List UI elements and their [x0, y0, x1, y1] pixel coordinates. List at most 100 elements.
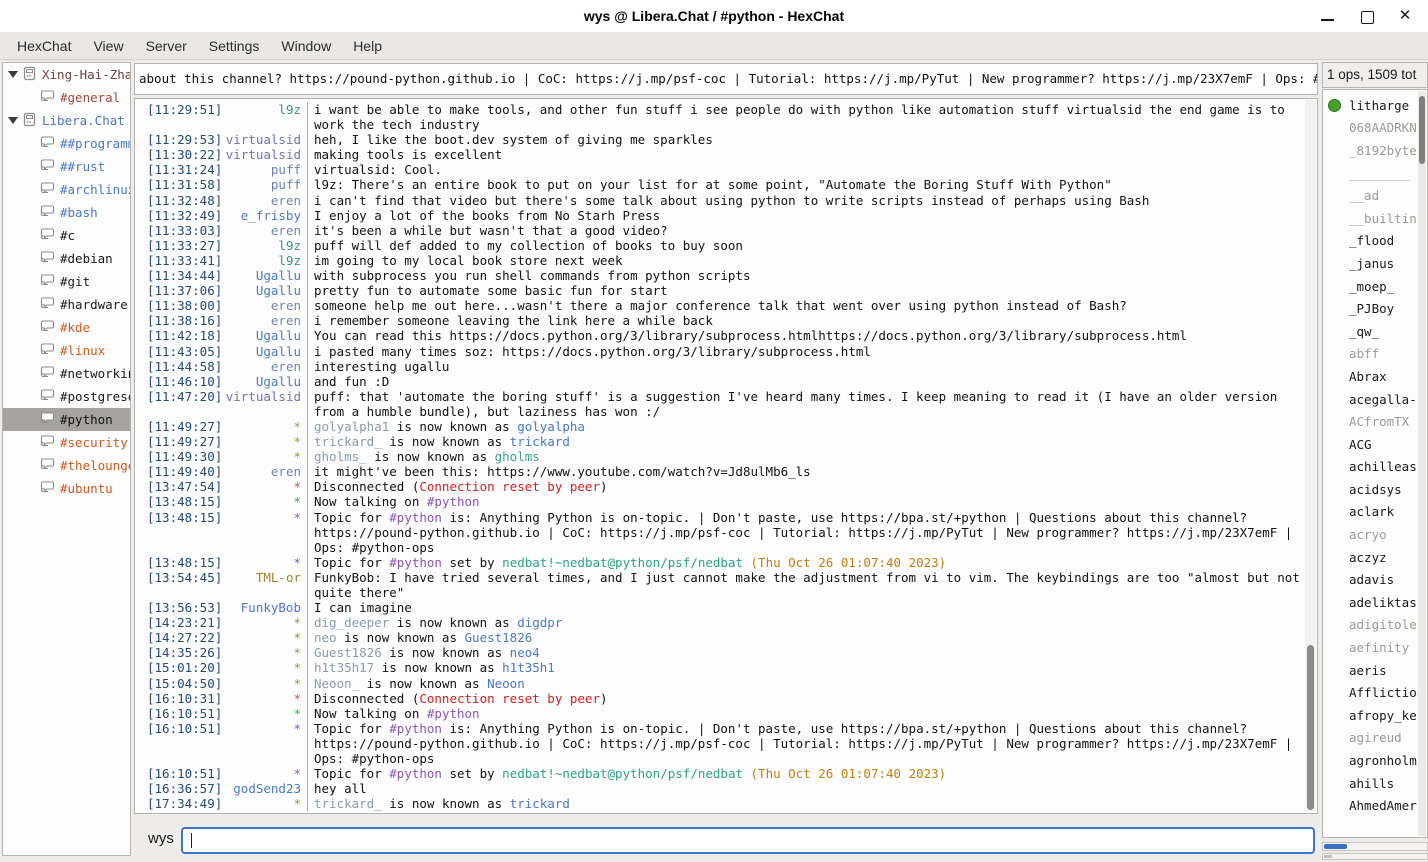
menu-item-help[interactable]: Help — [342, 32, 393, 60]
userlist-item-_8192byte[interactable]: _8192byte — [1323, 139, 1418, 162]
userlist-item-__ad[interactable]: __ad — [1323, 184, 1418, 207]
userlist-item-ahills[interactable]: ahills — [1323, 772, 1418, 795]
userlist-item-afropy_ke[interactable]: afropy_ke — [1323, 704, 1418, 727]
userlist-item-acfromtx[interactable]: ACfromTX — [1323, 410, 1418, 433]
message-input[interactable] — [181, 827, 1315, 854]
message-timestamp: [11:34:44] — [135, 268, 225, 283]
userlist-scrollbar-thumb[interactable] — [1419, 96, 1425, 164]
expander-icon[interactable] — [8, 117, 18, 124]
userlist-item-achilleas[interactable]: achilleas — [1323, 456, 1418, 479]
userlist-item-agireud[interactable]: agireud — [1323, 727, 1418, 750]
tree-channel-security[interactable]: #security — [3, 431, 130, 454]
maximize-button[interactable] — [1350, 0, 1384, 32]
tree-channel-rust[interactable]: ##rust — [3, 155, 130, 178]
tree-channel-thelounge[interactable]: #thelounge — [3, 454, 130, 477]
userlist-item-affliction[interactable]: Affliction — [1323, 681, 1418, 704]
tree-channel-linux[interactable]: #linux — [3, 339, 130, 362]
menu-item-server[interactable]: Server — [135, 32, 198, 60]
userlist-item-adeliktas[interactable]: adeliktas — [1323, 591, 1418, 614]
throttle-meter-fill — [1324, 855, 1332, 858]
tree-channel-kde[interactable]: #kde — [3, 316, 130, 339]
message-nick: eren — [225, 359, 301, 374]
tree-channel-debian[interactable]: #debian — [3, 247, 130, 270]
userlist-item-_janus[interactable]: _janus — [1323, 252, 1418, 275]
userlist-item-litharge[interactable]: litharge — [1323, 94, 1418, 117]
message-timestamp: [11:38:00] — [135, 298, 225, 313]
tree-item-label: #git — [60, 274, 90, 289]
userlist-item-_flood[interactable]: _flood — [1323, 230, 1418, 253]
chat-message-row: [11:32:48]ereni can't find that video bu… — [135, 193, 1301, 208]
menu-item-settings[interactable]: Settings — [198, 32, 271, 60]
userlist-item-aeris[interactable]: aeris — [1323, 659, 1418, 682]
userlist-item-acegalla-[interactable]: acegalla- — [1323, 388, 1418, 411]
minimize-button[interactable] — [1310, 0, 1344, 32]
user-nick: ahills — [1349, 776, 1394, 791]
tree-channel-python[interactable]: #python — [3, 408, 130, 431]
message-nick: eren — [225, 193, 301, 208]
userlist-item-_qw_[interactable]: _qw_ — [1323, 320, 1418, 343]
close-button[interactable]: ✕ — [1388, 0, 1422, 32]
userlist-item-__builtin[interactable]: __builtin — [1323, 207, 1418, 230]
channel-icon — [39, 434, 55, 451]
tree-item-label: #debian — [60, 251, 113, 266]
userlist-item-abff[interactable]: abff — [1323, 343, 1418, 366]
tree-channel-programming[interactable]: ##programming — [3, 132, 130, 155]
userlist-item-aefinity[interactable]: aefinity — [1323, 636, 1418, 659]
userlist-item-adavis[interactable]: adavis — [1323, 568, 1418, 591]
user-nick: ________ — [1349, 166, 1409, 181]
userlist-item-acg[interactable]: ACG — [1323, 433, 1418, 456]
tree-channel-ubuntu[interactable]: #ubuntu — [3, 477, 130, 500]
message-timestamp: [11:32:48] — [135, 193, 225, 208]
userlist-item-_pjboy[interactable]: _PJBoy — [1323, 297, 1418, 320]
userlist-item-068aadrkn[interactable]: 068AADRKN — [1323, 117, 1418, 140]
topic-bar[interactable]: about this channel? https://pound-python… — [134, 63, 1318, 95]
userlist-item-aclark[interactable]: aclark — [1323, 501, 1418, 524]
tree-channel-archlinux[interactable]: #archlinux — [3, 178, 130, 201]
chat-area: [11:29:51]l9zi want be able to make tool… — [134, 98, 1318, 814]
tree-channel-git[interactable]: #git — [3, 270, 130, 293]
user-nick: adeliktas — [1349, 595, 1417, 610]
message-text: Neoon_ is now known as Neoon — [307, 676, 1301, 691]
message-timestamp: [16:10:31] — [135, 691, 225, 706]
tree-channel-general[interactable]: #general — [3, 86, 130, 109]
chat-message-row: [16:10:51]*Now talking on #python — [135, 706, 1301, 721]
chat-scrollbar-thumb[interactable] — [1307, 645, 1314, 810]
userlist-item-acryo[interactable]: acryo — [1323, 523, 1418, 546]
tree-channel-bash[interactable]: #bash — [3, 201, 130, 224]
tree-channel-postgresql[interactable]: #postgresql — [3, 385, 130, 408]
tree-item-label: #ubuntu — [60, 481, 113, 496]
userlist-item-________[interactable]: ________ — [1323, 162, 1418, 185]
menu-item-hexchat[interactable]: HexChat — [6, 32, 82, 60]
userlist-item-_moep_[interactable]: _moep_ — [1323, 275, 1418, 298]
message-nick: eren — [225, 298, 301, 313]
userlist-scrollbar[interactable] — [1418, 91, 1426, 836]
chat-message-row: [11:31:58]puffl9z: There's an entire boo… — [135, 177, 1301, 192]
chat-message-row: [17:34:49]*trickard_ is now known as tri… — [135, 796, 1301, 811]
userlist-item-acidsys[interactable]: acidsys — [1323, 478, 1418, 501]
message-timestamp: [11:49:27] — [135, 419, 225, 434]
userlist-item-agronholm[interactable]: agronholm — [1323, 749, 1418, 772]
tree-channel-hardware[interactable]: #hardware — [3, 293, 130, 316]
channel-icon — [39, 296, 55, 313]
userlist-item-ahmedamer[interactable]: AhmedAmer — [1323, 794, 1418, 817]
message-text: I enjoy a lot of the books from No Starh… — [307, 208, 1301, 223]
event-asterisk: * — [225, 796, 301, 811]
message-text: trickard_ is now known as trickard — [307, 796, 1301, 811]
chat-scrollbar[interactable] — [1305, 100, 1316, 812]
tree-server-libera.chat[interactable]: Libera.Chat — [3, 109, 130, 132]
userlist-item-aczyz[interactable]: aczyz — [1323, 546, 1418, 569]
userlist-item-adigitole[interactable]: adigitole — [1323, 614, 1418, 637]
event-asterisk: * — [225, 630, 301, 645]
message-nick: puff — [225, 177, 301, 192]
expander-icon[interactable] — [8, 71, 18, 78]
event-asterisk: * — [225, 691, 301, 706]
userlist-item-abrax[interactable]: Abrax — [1323, 365, 1418, 388]
tree-channel-networking[interactable]: #networking — [3, 362, 130, 385]
menu-item-view[interactable]: View — [82, 32, 134, 60]
tree-server-xing-hai-zhar[interactable]: Xing-Hai-Zhar — [3, 63, 130, 86]
message-nick: eren — [225, 223, 301, 238]
tree-channel-c[interactable]: #c — [3, 224, 130, 247]
menu-item-window[interactable]: Window — [270, 32, 342, 60]
tree-item-label: #bash — [60, 205, 98, 220]
tree-item-label: #hardware — [60, 297, 128, 312]
